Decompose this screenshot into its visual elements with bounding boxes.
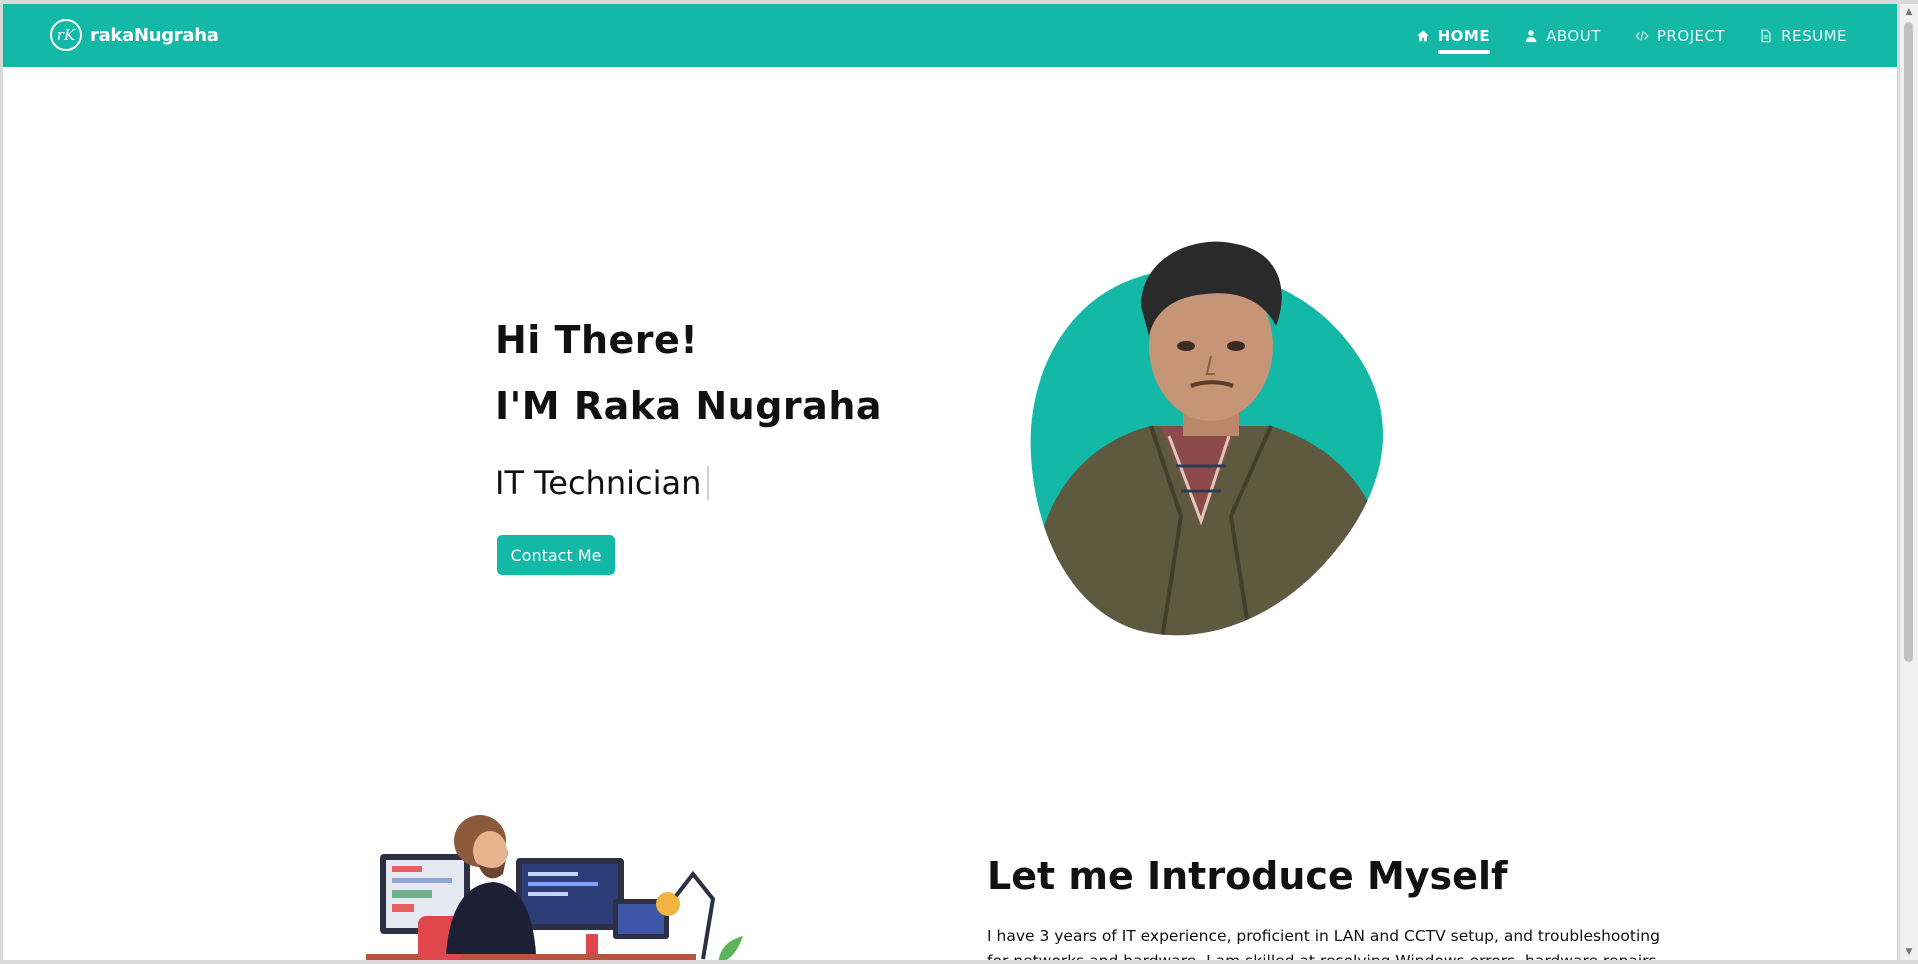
nav-label-resume: RESUME (1781, 26, 1847, 45)
typing-cursor (707, 466, 710, 500)
nav-label-project: PROJECT (1656, 26, 1726, 45)
hero-name: I'M Raka Nugraha (495, 384, 882, 428)
hero-role: IT Technician (495, 464, 710, 502)
document-icon (1759, 29, 1773, 43)
page-viewport: rK rakaNugraha HOME ABOUT PROJECT RESUME… (3, 4, 1897, 960)
nav-item-resume[interactable]: RESUME (1759, 27, 1847, 45)
nav-item-about[interactable]: ABOUT (1524, 27, 1601, 45)
brand-name: rakaNugraha (90, 24, 219, 46)
main-nav: HOME ABOUT PROJECT RESUME (1416, 4, 1847, 67)
contact-me-button[interactable]: Contact Me (497, 535, 615, 575)
page-scrollbar[interactable]: ▲ ▼ (1900, 4, 1918, 960)
nav-label-home: HOME (1437, 26, 1491, 54)
scrollbar-thumb[interactable] (1904, 22, 1913, 662)
navbar: rK rakaNugraha HOME ABOUT PROJECT RESUME (3, 4, 1897, 67)
scroll-up-icon[interactable]: ▲ (1900, 4, 1918, 20)
hero-name-prefix: I'M (495, 384, 574, 428)
hero-greeting: Hi There! (495, 318, 699, 362)
brand-logo-icon: rK (50, 19, 82, 51)
nav-item-home[interactable]: HOME (1416, 26, 1491, 54)
brand-link[interactable]: rK rakaNugraha (50, 19, 219, 51)
code-icon (1635, 29, 1649, 43)
hero-name-strong: Raka Nugraha (573, 384, 883, 428)
home-icon (1416, 29, 1430, 43)
nav-item-project[interactable]: PROJECT (1635, 27, 1725, 45)
intro-title: Let me Introduce Myself (987, 854, 1508, 898)
intro-text: I have 3 years of IT experience, profici… (987, 927, 1662, 960)
intro-illustration (366, 815, 743, 960)
user-icon (1524, 29, 1538, 43)
scroll-down-icon[interactable]: ▼ (1900, 944, 1918, 960)
profile-portrait (1030, 241, 1384, 636)
nav-label-about: ABOUT (1546, 26, 1601, 45)
hero-role-text: IT Technician (495, 464, 702, 502)
